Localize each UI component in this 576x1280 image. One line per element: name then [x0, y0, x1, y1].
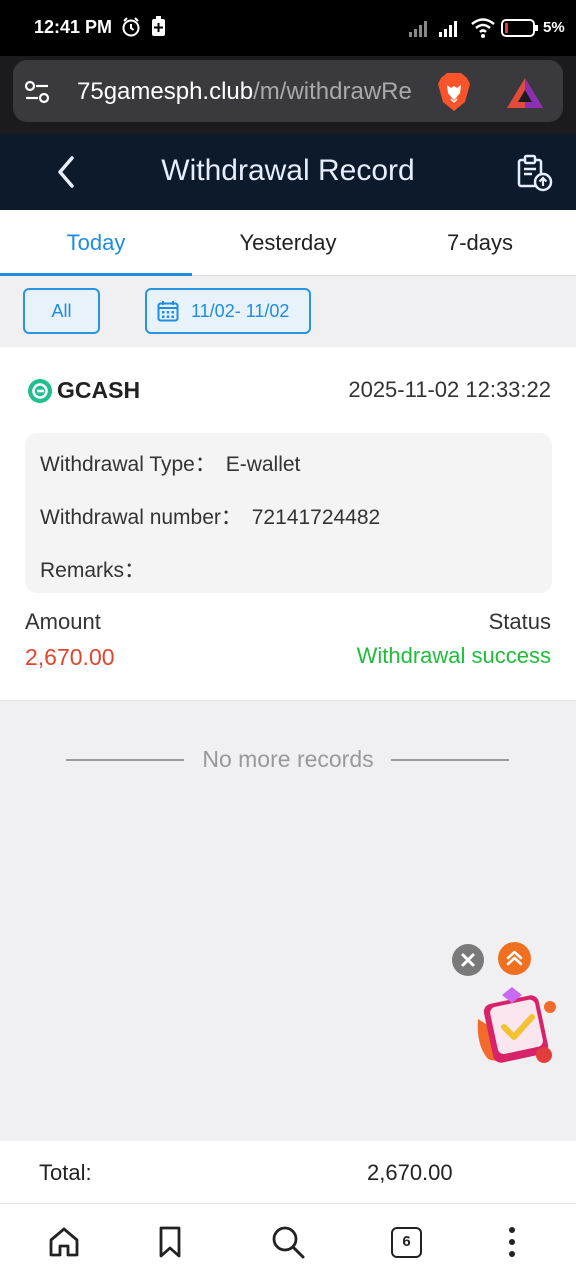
close-icon [461, 953, 475, 967]
battery-saver-icon [152, 16, 165, 36]
close-float-button[interactable] [452, 944, 484, 976]
date-range-text: 11/02- 11/02 [191, 301, 290, 321]
browser-bottom-nav: 6 [0, 1203, 576, 1280]
date-tabs: Today Yesterday 7-days [0, 210, 576, 276]
url-domain: 75gamesph.club [77, 78, 254, 105]
active-tab-indicator [0, 273, 192, 276]
url-text[interactable]: 75gamesph.club/m/withdrawRe [77, 78, 433, 106]
calendar-icon [157, 301, 179, 322]
withdrawal-number-label: Withdrawal number： [40, 506, 242, 529]
page-title: Withdrawal Record [161, 154, 415, 187]
tab-yesterday[interactable]: Yesterday [192, 230, 384, 256]
brave-shields-icon[interactable] [436, 72, 472, 112]
divider-right [391, 759, 509, 761]
more-options-icon[interactable] [494, 1224, 530, 1260]
battery-percent: 5% [543, 19, 565, 36]
alarm-icon [122, 17, 140, 37]
tab-7-days[interactable]: 7-days [384, 230, 576, 256]
browser-toolbar: 75gamesph.club/m/withdrawRe [0, 56, 576, 134]
withdrawal-type-label: Withdrawal Type： [40, 453, 216, 476]
remarks-row: Remarks： [40, 554, 145, 584]
status-value: Withdrawal success [356, 643, 551, 668]
date-range-button[interactable]: 11/02- 11/02 [145, 288, 311, 334]
amount-value: 2,670.00 [25, 644, 115, 670]
daily-checkin-promo-icon[interactable] [474, 985, 562, 1067]
withdrawal-type-value: E-wallet [225, 453, 301, 476]
battery-icon [501, 19, 538, 37]
gcash-logo-icon [28, 379, 52, 403]
signal-icon-2 [439, 21, 457, 37]
clipboard-upload-icon[interactable] [516, 154, 554, 192]
wifi-icon [471, 18, 495, 38]
filter-row: All 11/02- 11/02 [0, 277, 576, 347]
record-details: Withdrawal Type： E-wallet Withdrawal num… [25, 433, 552, 593]
search-icon[interactable] [270, 1224, 306, 1260]
remarks-label: Remarks： [40, 559, 146, 582]
withdrawal-record-card: GCASH 2025-11-02 12:33:22 Withdrawal Typ… [0, 347, 576, 701]
signal-icon [409, 21, 427, 37]
record-datetime: 2025-11-02 12:33:22 [348, 377, 551, 402]
double-chevron-up-icon [506, 950, 523, 966]
status-time: 12:41 PM [34, 17, 113, 37]
withdrawal-number-row: Withdrawal number： 72141724482 [40, 501, 380, 531]
brave-rewards-icon[interactable] [505, 76, 545, 110]
app-header: Withdrawal Record [0, 134, 576, 210]
filter-all-button[interactable]: All [23, 288, 100, 334]
total-value: 2,670.00 [367, 1160, 453, 1185]
total-label: Total: [39, 1160, 92, 1185]
status-label: Status [488, 609, 551, 634]
url-path: /m/withdrawRe [253, 78, 412, 105]
home-icon[interactable] [46, 1224, 82, 1260]
withdrawal-type-row: Withdrawal Type： E-wallet [40, 448, 300, 478]
address-bar[interactable]: 75gamesph.club/m/withdrawRe [13, 60, 563, 122]
scroll-top-button[interactable] [498, 942, 531, 975]
amount-label: Amount [25, 609, 101, 634]
tab-switcher-button[interactable]: 6 [391, 1227, 422, 1258]
withdrawal-number-value: 72141724482 [251, 506, 381, 529]
tab-today[interactable]: Today [0, 230, 192, 256]
status-bar: 12:41 PM 5% [0, 0, 576, 56]
site-settings-icon[interactable] [24, 79, 50, 105]
payment-method-name: GCASH [57, 377, 141, 403]
bookmark-icon[interactable] [152, 1224, 188, 1260]
total-bar: Total: 2,670.00 [0, 1141, 576, 1203]
